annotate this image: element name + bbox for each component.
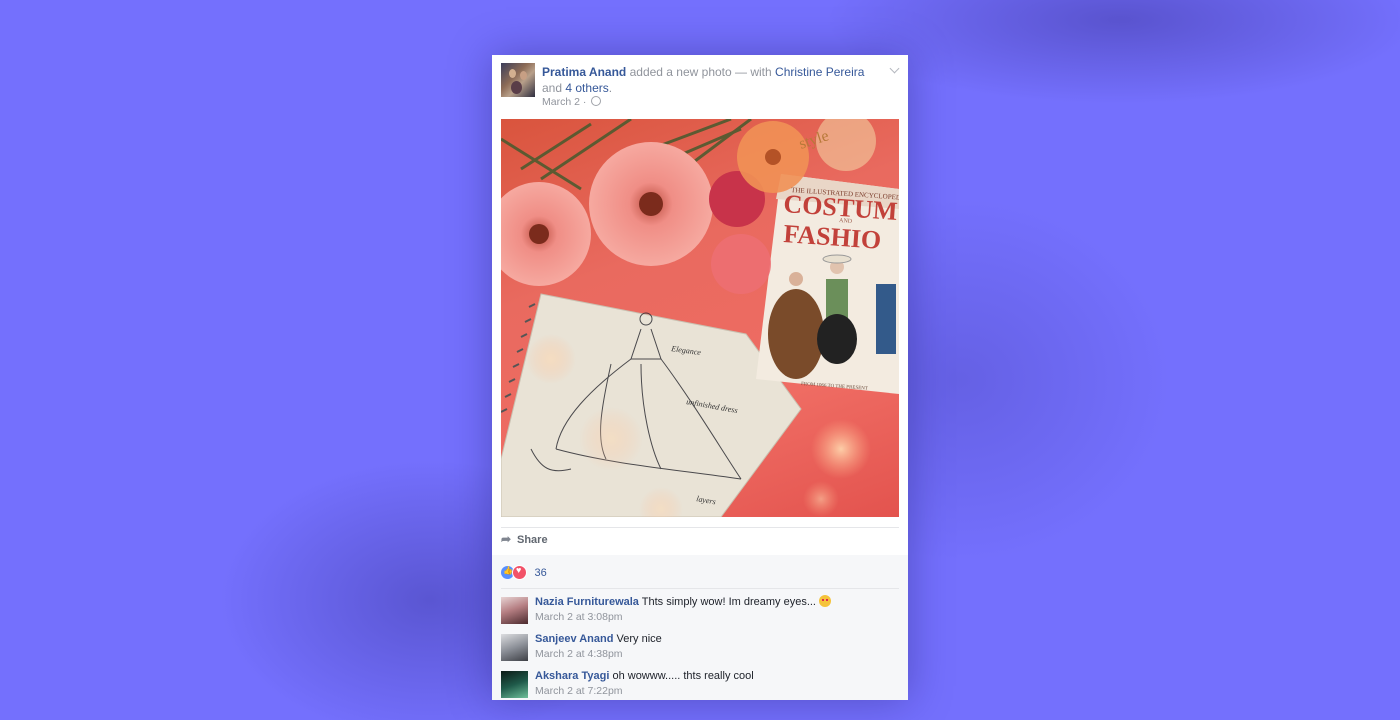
and-text: and [542,81,563,95]
reaction-count[interactable]: 36 [534,567,546,579]
comment-timestamp[interactable]: March 2 at 7:22pm [535,685,623,697]
period-text: . [608,81,613,95]
tagged-person-link[interactable]: Christine Pereira [775,65,864,79]
divider [501,527,899,528]
date-separator: · [582,96,587,108]
chevron-down-icon[interactable] [889,63,900,74]
post-date-link[interactable]: March 2 [542,96,580,108]
divider [501,588,899,589]
photo-illustration: THE ILLUSTRATED ENCYCLOPEDIA COSTUM AND … [501,119,899,517]
commenter-avatar[interactable] [501,597,528,624]
post-photo[interactable]: THE ILLUSTRATED ENCYCLOPEDIA COSTUM AND … [501,119,899,517]
comment-text: Thts simply wow! Im dreamy eyes... [641,596,816,608]
others-link[interactable]: 4 others [565,81,608,95]
post-action-text: added a new photo — with [629,65,772,79]
heart-eyes-emoji-icon [819,595,832,607]
comment-timestamp[interactable]: March 2 at 4:38pm [535,648,623,660]
reactions-bar[interactable]: 36 [501,564,547,582]
author-avatar[interactable] [501,63,535,97]
post-header-text: Pratima Anand added a new photo — with C… [542,64,882,96]
comment-item: Akshara Tyagi oh wowww..... thts really … [501,668,899,700]
post-meta: March 2 · [542,96,602,108]
commenter-avatar[interactable] [501,671,528,698]
share-button[interactable]: ➦ Share [501,532,548,546]
share-arrow-icon: ➦ [501,532,512,546]
commenter-avatar[interactable] [501,634,528,661]
facebook-post-card: Pratima Anand added a new photo — with C… [492,55,908,700]
commenter-name-link[interactable]: Sanjeev Anand [535,633,613,645]
comment-text: oh wowww..... thts really cool [612,670,754,682]
share-label: Share [517,534,548,546]
comment-timestamp[interactable]: March 2 at 3:08pm [535,611,623,623]
comment-text: Very nice [616,633,662,645]
love-icon [512,565,527,581]
author-name-link[interactable]: Pratima Anand [542,65,626,79]
post-header: Pratima Anand added a new photo — with C… [492,55,908,115]
commenter-name-link[interactable]: Nazia Furniturewala [535,596,639,608]
globe-icon [591,96,602,106]
commenter-name-link[interactable]: Akshara Tyagi [535,670,609,682]
comment-item: Sanjeev Anand Very nice March 2 at 4:38p… [501,631,899,667]
comment-item: Nazia Furniturewala Thts simply wow! Im … [501,594,899,630]
